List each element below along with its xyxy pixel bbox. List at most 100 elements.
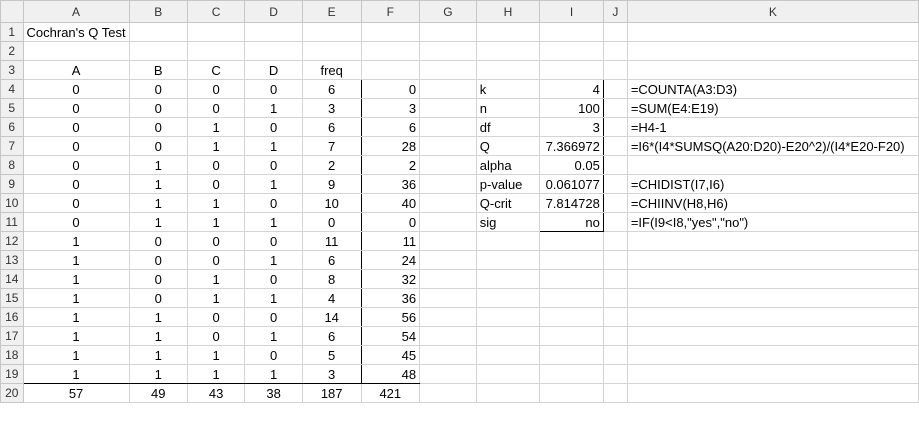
cell-d1[interactable]: [244, 22, 303, 42]
cell-k11[interactable]: =IF(I9<I8,"yes","no"): [626, 212, 919, 232]
cell-h17[interactable]: [475, 326, 541, 346]
cell-b12[interactable]: 0: [128, 231, 188, 251]
cell-c6[interactable]: 1: [186, 117, 246, 137]
cell-a20[interactable]: 57: [22, 383, 130, 403]
cell-c17[interactable]: 0: [186, 326, 246, 346]
cell-j9[interactable]: [602, 174, 628, 194]
cell-e3[interactable]: freq: [301, 60, 362, 80]
column-header-f[interactable]: F: [360, 0, 421, 23]
cell-j5[interactable]: [602, 98, 628, 118]
row-header[interactable]: 8: [0, 155, 24, 175]
cell-d10[interactable]: 0: [244, 193, 303, 213]
cell-h20[interactable]: [475, 383, 541, 403]
cell-j19[interactable]: [602, 364, 628, 384]
cell-k10[interactable]: =CHIINV(H8,H6): [626, 193, 919, 213]
cell-b1[interactable]: [128, 22, 188, 42]
cell-i9[interactable]: 0.061077: [539, 174, 604, 194]
cell-b5[interactable]: 0: [128, 98, 188, 118]
cell-e1[interactable]: [301, 22, 362, 42]
select-all-corner[interactable]: [0, 0, 24, 23]
cell-e16[interactable]: 14: [301, 307, 362, 327]
cell-f8[interactable]: 2: [360, 155, 421, 175]
column-header-e[interactable]: E: [301, 0, 362, 23]
cell-j12[interactable]: [602, 231, 628, 251]
cell-g3[interactable]: [419, 60, 477, 80]
row-header[interactable]: 17: [0, 326, 24, 346]
cell-g11[interactable]: [419, 212, 477, 232]
cell-j16[interactable]: [602, 307, 628, 327]
cell-k13[interactable]: [626, 250, 919, 270]
cell-b17[interactable]: 1: [128, 326, 188, 346]
cell-b15[interactable]: 0: [128, 288, 188, 308]
column-header-k[interactable]: K: [626, 0, 919, 23]
cell-b7[interactable]: 0: [128, 136, 188, 156]
cell-c20[interactable]: 43: [186, 383, 246, 403]
cell-i8[interactable]: 0.05: [539, 155, 604, 175]
row-header[interactable]: 6: [0, 117, 24, 137]
cell-i17[interactable]: [539, 326, 604, 346]
cell-c9[interactable]: 0: [186, 174, 246, 194]
cell-c4[interactable]: 0: [186, 79, 246, 99]
cell-j15[interactable]: [602, 288, 628, 308]
cell-i20[interactable]: [539, 383, 604, 403]
cell-g5[interactable]: [419, 98, 477, 118]
cell-f9[interactable]: 36: [360, 174, 421, 194]
cell-d9[interactable]: 1: [244, 174, 303, 194]
cell-d19[interactable]: 1: [244, 364, 303, 384]
cell-d20[interactable]: 38: [244, 383, 303, 403]
cell-d12[interactable]: 0: [244, 231, 303, 251]
cell-j1[interactable]: [602, 22, 628, 42]
cell-g19[interactable]: [419, 364, 477, 384]
cell-j18[interactable]: [602, 345, 628, 365]
cell-c11[interactable]: 1: [186, 212, 246, 232]
cell-d17[interactable]: 1: [244, 326, 303, 346]
cell-i1[interactable]: [539, 22, 604, 42]
cell-h18[interactable]: [475, 345, 541, 365]
cell-b2[interactable]: [128, 41, 188, 61]
cell-f3[interactable]: [360, 60, 421, 80]
cell-e9[interactable]: 9: [301, 174, 362, 194]
cell-i13[interactable]: [539, 250, 604, 270]
cell-g1[interactable]: [419, 22, 477, 42]
cell-g13[interactable]: [419, 250, 477, 270]
column-header-i[interactable]: I: [539, 0, 604, 23]
cell-h3[interactable]: [475, 60, 541, 80]
cell-a6[interactable]: 0: [22, 117, 130, 137]
cell-g8[interactable]: [419, 155, 477, 175]
cell-f5[interactable]: 3: [360, 98, 421, 118]
cell-h9[interactable]: p-value: [475, 174, 541, 194]
cell-i5[interactable]: 100: [539, 98, 604, 118]
cell-h13[interactable]: [475, 250, 541, 270]
cell-k19[interactable]: [626, 364, 919, 384]
cell-i7[interactable]: 7.366972: [539, 136, 604, 156]
cell-d7[interactable]: 1: [244, 136, 303, 156]
cell-j8[interactable]: [602, 155, 628, 175]
cell-a12[interactable]: 1: [22, 231, 130, 251]
cell-e2[interactable]: [301, 41, 362, 61]
cell-b19[interactable]: 1: [128, 364, 188, 384]
cell-c13[interactable]: 0: [186, 250, 246, 270]
cell-g4[interactable]: [419, 79, 477, 99]
cell-a13[interactable]: 1: [22, 250, 130, 270]
cell-k2[interactable]: [626, 41, 919, 61]
cell-k15[interactable]: [626, 288, 919, 308]
cell-h11[interactable]: sig: [475, 212, 541, 232]
row-header[interactable]: 14: [0, 269, 24, 289]
cell-c5[interactable]: 0: [186, 98, 246, 118]
cell-e17[interactable]: 6: [301, 326, 362, 346]
cell-j14[interactable]: [602, 269, 628, 289]
cell-e19[interactable]: 3: [301, 364, 362, 384]
cell-k5[interactable]: =SUM(E4:E19): [626, 98, 919, 118]
cell-d8[interactable]: 0: [244, 155, 303, 175]
cell-h12[interactable]: [475, 231, 541, 251]
cell-e8[interactable]: 2: [301, 155, 362, 175]
cell-f14[interactable]: 32: [360, 269, 421, 289]
cell-i19[interactable]: [539, 364, 604, 384]
cell-f10[interactable]: 40: [360, 193, 421, 213]
cell-h10[interactable]: Q-crit: [475, 193, 541, 213]
row-header[interactable]: 11: [0, 212, 24, 232]
cell-h15[interactable]: [475, 288, 541, 308]
cell-i3[interactable]: [539, 60, 604, 80]
cell-i10[interactable]: 7.814728: [539, 193, 604, 213]
cell-j6[interactable]: [602, 117, 628, 137]
